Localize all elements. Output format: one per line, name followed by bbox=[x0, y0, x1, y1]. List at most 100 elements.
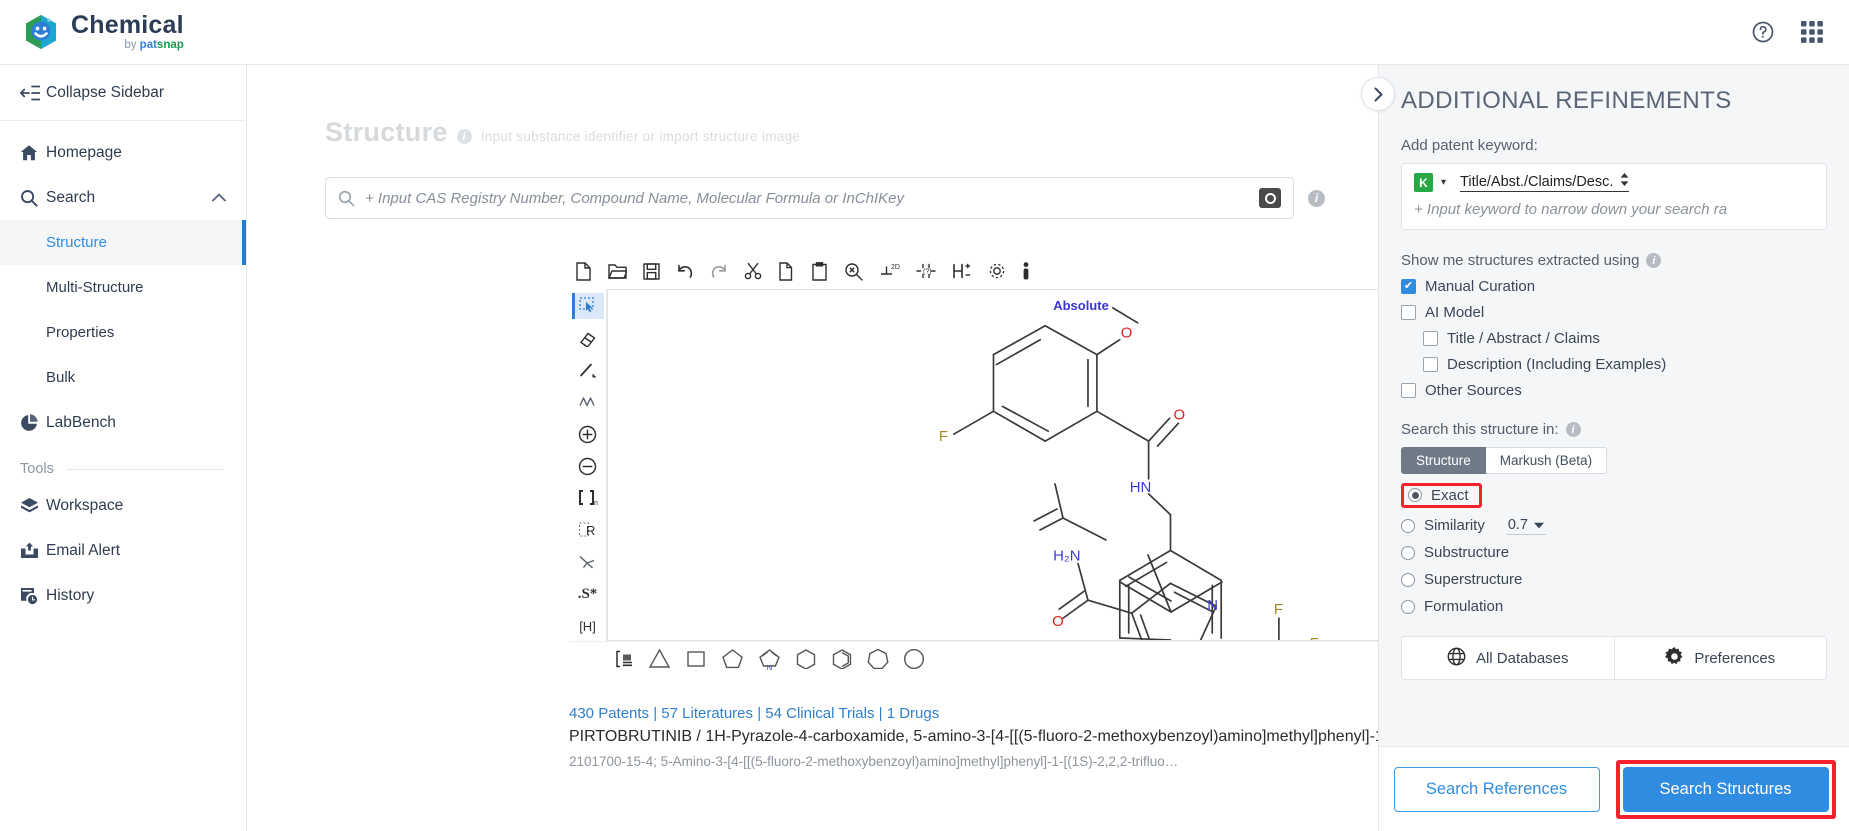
cyclobutane-ring[interactable] bbox=[685, 648, 707, 669]
sidebar: Collapse Sidebar Homepage Search Structu… bbox=[0, 65, 247, 831]
minus-charge-tool[interactable] bbox=[572, 453, 604, 479]
sidebar-item-properties[interactable]: Properties bbox=[0, 310, 246, 355]
checkbox-ai-model[interactable]: AI Model bbox=[1401, 304, 1827, 321]
undo-icon[interactable] bbox=[676, 263, 694, 279]
cut-scissors-icon[interactable] bbox=[744, 262, 762, 280]
checkbox-description[interactable]: Description (Including Examples) bbox=[1423, 356, 1827, 373]
keyword-input[interactable]: + Input keyword to narrow down your sear… bbox=[1414, 201, 1814, 218]
collapse-sidebar-icon bbox=[20, 85, 46, 101]
editor-toolbar: 2D (?) bbox=[569, 253, 1378, 289]
checkbox-box bbox=[1401, 279, 1416, 294]
explicit-hydrogen-tool[interactable]: [H] bbox=[572, 613, 604, 639]
sidebar-item-multi-structure[interactable]: Multi-Structure bbox=[0, 265, 246, 310]
single-bond-tool[interactable] bbox=[572, 357, 604, 383]
radio-label-superstructure: Superstructure bbox=[1424, 571, 1523, 588]
tab-markush[interactable]: Markush (Beta) bbox=[1485, 447, 1608, 474]
radio-similarity-row[interactable]: Similarity 0.7 bbox=[1401, 512, 1827, 539]
radio-substructure-row[interactable]: Substructure bbox=[1401, 539, 1827, 566]
link-patents[interactable]: 430 Patents bbox=[569, 705, 649, 722]
app-grid-icon[interactable] bbox=[1801, 21, 1823, 43]
cyclopentane-ring[interactable] bbox=[721, 648, 744, 669]
panel-collapse-button[interactable] bbox=[1361, 77, 1395, 111]
search-structures-button[interactable]: Search Structures bbox=[1622, 766, 1829, 812]
link-clinical-trials[interactable]: 54 Clinical Trials bbox=[765, 705, 874, 722]
bracket-tool[interactable]: n bbox=[572, 485, 604, 511]
preferences-button[interactable]: Preferences bbox=[1615, 637, 1827, 679]
all-databases-button[interactable]: All Databases bbox=[1402, 637, 1615, 679]
sidebar-item-email-alert[interactable]: Email Alert bbox=[0, 528, 246, 573]
checkbox-manual-curation[interactable]: Manual Curation bbox=[1401, 278, 1827, 295]
save-icon[interactable] bbox=[643, 262, 660, 280]
structure-canvas[interactable]: Absolute F O O HN N O H₂N F bbox=[607, 289, 1378, 641]
info-icon[interactable]: i bbox=[1646, 253, 1662, 268]
identifier-search-box[interactable] bbox=[325, 177, 1294, 219]
cyclopropane-ring[interactable] bbox=[648, 648, 671, 669]
search-mode-section: Search this structure in: i Structure Ma… bbox=[1379, 421, 1849, 620]
radio-formulation-row[interactable]: Formulation bbox=[1401, 593, 1827, 620]
tab-structure[interactable]: Structure bbox=[1401, 447, 1486, 474]
search-input[interactable] bbox=[365, 189, 1259, 207]
svg-text:R: R bbox=[586, 523, 595, 538]
sidebar-item-labbench[interactable]: LabBench bbox=[0, 400, 246, 445]
about-info-icon[interactable] bbox=[1022, 261, 1030, 281]
radio-label-similarity: Similarity bbox=[1424, 517, 1485, 534]
sidebar-item-homepage[interactable]: Homepage bbox=[0, 130, 246, 175]
cycloheptane-ring[interactable] bbox=[867, 648, 889, 669]
pyrrole-ring[interactable]: N bbox=[758, 648, 781, 670]
eraser-tool[interactable] bbox=[572, 325, 604, 351]
search-structures-highlight: Search Structures bbox=[1615, 759, 1836, 819]
sidebar-tools-label: Tools bbox=[20, 461, 54, 477]
link-drugs[interactable]: 1 Drugs bbox=[887, 705, 940, 722]
link-literatures[interactable]: 57 Literatures bbox=[661, 705, 753, 722]
settings-gear-icon[interactable] bbox=[988, 262, 1006, 280]
brand-logo-group[interactable]: Chemical by patsnap bbox=[0, 12, 184, 52]
sidebar-collapse-button[interactable]: Collapse Sidebar bbox=[0, 65, 246, 121]
sidebar-item-bulk[interactable]: Bulk bbox=[0, 355, 246, 400]
paste-icon[interactable] bbox=[811, 261, 828, 281]
extraction-label: Show me structures extracted using i bbox=[1401, 252, 1827, 269]
info-icon[interactable]: i bbox=[456, 129, 472, 144]
sidebar-item-structure[interactable]: Structure bbox=[0, 220, 246, 265]
info-icon[interactable]: i bbox=[1565, 422, 1581, 437]
top-header: Chemical by patsnap bbox=[0, 0, 1849, 65]
panel-title: ADDITIONAL REFINEMENTS bbox=[1401, 87, 1732, 114]
radio-superstructure-dot bbox=[1401, 572, 1415, 587]
cyclohexane-ring[interactable] bbox=[795, 648, 817, 669]
benzene-ring[interactable] bbox=[831, 648, 853, 669]
similarity-value: 0.7 bbox=[1507, 516, 1529, 533]
identifier-search-row: i bbox=[325, 177, 1325, 219]
info-icon[interactable]: i bbox=[1308, 189, 1325, 207]
keyword-scope-select[interactable]: Title/Abst./Claims/Desc. bbox=[1460, 173, 1630, 192]
camera-icon[interactable] bbox=[1259, 188, 1281, 208]
cyclooctane-ring[interactable] bbox=[903, 648, 925, 669]
rectangle-select-tool[interactable] bbox=[571, 293, 604, 319]
stereo-tool[interactable] bbox=[572, 549, 604, 575]
sidebar-item-history[interactable]: History bbox=[0, 573, 246, 618]
checkbox-label: Other Sources bbox=[1425, 382, 1522, 399]
radio-exact-row[interactable]: Exact bbox=[1401, 478, 1827, 512]
open-folder-icon[interactable] bbox=[608, 263, 627, 280]
zoom-selection-icon[interactable] bbox=[844, 262, 863, 281]
keyword-box[interactable]: K ▾ Title/Abst./Claims/Desc. + Input key… bbox=[1401, 163, 1827, 230]
plus-charge-tool[interactable] bbox=[572, 421, 604, 447]
similarity-value-select[interactable]: 0.7 bbox=[1505, 516, 1547, 535]
copy-icon[interactable] bbox=[778, 261, 795, 281]
radio-label-formulation: Formulation bbox=[1424, 598, 1504, 615]
r-group-tool[interactable]: R bbox=[572, 517, 604, 543]
atom-star-tool[interactable]: .S* bbox=[572, 581, 604, 607]
radio-superstructure-row[interactable]: Superstructure bbox=[1401, 566, 1827, 593]
checkbox-title-abstract-claims[interactable]: Title / Abstract / Claims bbox=[1423, 330, 1827, 347]
template-icon[interactable] bbox=[615, 650, 634, 668]
chain-tool[interactable] bbox=[572, 389, 604, 415]
search-references-button[interactable]: Search References bbox=[1393, 766, 1600, 812]
sidebar-item-workspace[interactable]: Workspace bbox=[0, 483, 246, 528]
help-circle-icon[interactable] bbox=[1751, 20, 1775, 44]
2d-clean-icon[interactable]: 2D bbox=[879, 262, 900, 280]
sidebar-item-search[interactable]: Search bbox=[0, 175, 246, 220]
chevron-down-icon[interactable]: ▾ bbox=[1441, 177, 1446, 188]
query-properties-icon[interactable]: (?) bbox=[916, 262, 936, 280]
redo-icon[interactable] bbox=[710, 263, 728, 279]
checkbox-other-sources[interactable]: Other Sources bbox=[1401, 382, 1827, 399]
hydrogen-toggle-icon[interactable] bbox=[952, 262, 972, 280]
new-file-icon[interactable] bbox=[575, 261, 592, 281]
